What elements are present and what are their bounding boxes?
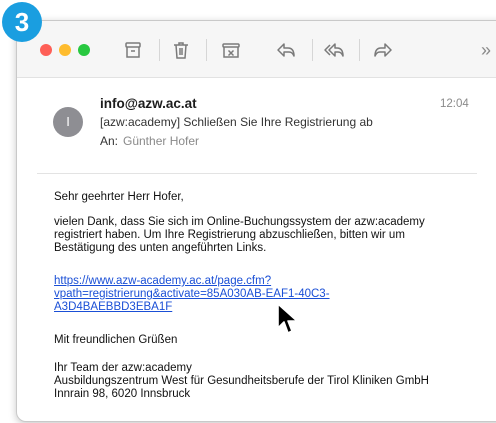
activation-link[interactable]: vpath=registrierung&activate=85A030AB-EA… — [54, 288, 330, 301]
minimize-window-button[interactable] — [59, 44, 71, 56]
signature-line: Ausbildungszentrum West für Gesundheitsb… — [54, 375, 429, 387]
signature-line: Ihr Team der azw:academy — [54, 362, 192, 374]
activation-link[interactable]: https://www.azw-academy.ac.at/page.cfm? — [54, 275, 271, 288]
archive-icon[interactable] — [122, 39, 144, 61]
sender-address[interactable]: info@azw.ac.at — [100, 96, 197, 111]
toolbar-separator — [159, 39, 160, 61]
activation-link[interactable]: A3D4BAEBBD3EBA1F — [54, 301, 172, 314]
mouse-pointer-icon — [277, 303, 298, 334]
toolbar-separator — [206, 39, 207, 61]
recipient-label: An: — [100, 134, 119, 148]
reply-all-icon[interactable] — [323, 39, 345, 61]
toolbar-separator — [359, 39, 360, 61]
body-paragraph-line: Bestätigung des unten angeführten Links. — [54, 242, 267, 254]
header-divider — [37, 173, 477, 174]
toolbar: » — [17, 21, 496, 78]
message-time: 12:04 — [440, 98, 469, 110]
step-badge: 3 — [2, 2, 42, 42]
body-paragraph-line: registriert haben. Um Ihre Registrierung… — [54, 229, 405, 241]
message-header: I info@azw.ac.at 12:04 [azw:academy] Sch… — [17, 77, 496, 177]
close-window-button[interactable] — [40, 44, 52, 56]
toolbar-separator — [312, 39, 313, 61]
body-paragraph-line: vielen Dank, dass Sie sich im Online-Buc… — [54, 216, 425, 228]
zoom-window-button[interactable] — [78, 44, 90, 56]
message-subject: [azw:academy] Schließen Sie Ihre Registr… — [100, 115, 373, 129]
closing: Mit freundlichen Grüßen — [54, 334, 178, 346]
mail-window: » I info@azw.ac.at 12:04 [azw:academy] S… — [16, 20, 496, 422]
recipient-name[interactable]: Günther Hofer — [123, 134, 199, 148]
signature-line: Innrain 98, 6020 Innsbruck — [54, 388, 191, 400]
trash-icon[interactable] — [170, 39, 192, 61]
junk-icon[interactable] — [220, 39, 242, 61]
forward-icon[interactable] — [372, 39, 394, 61]
sender-avatar: I — [53, 107, 83, 137]
reply-icon[interactable] — [275, 39, 297, 61]
more-icon[interactable]: » — [475, 39, 496, 61]
greeting: Sehr geehrter Herr Hofer, — [54, 191, 184, 203]
